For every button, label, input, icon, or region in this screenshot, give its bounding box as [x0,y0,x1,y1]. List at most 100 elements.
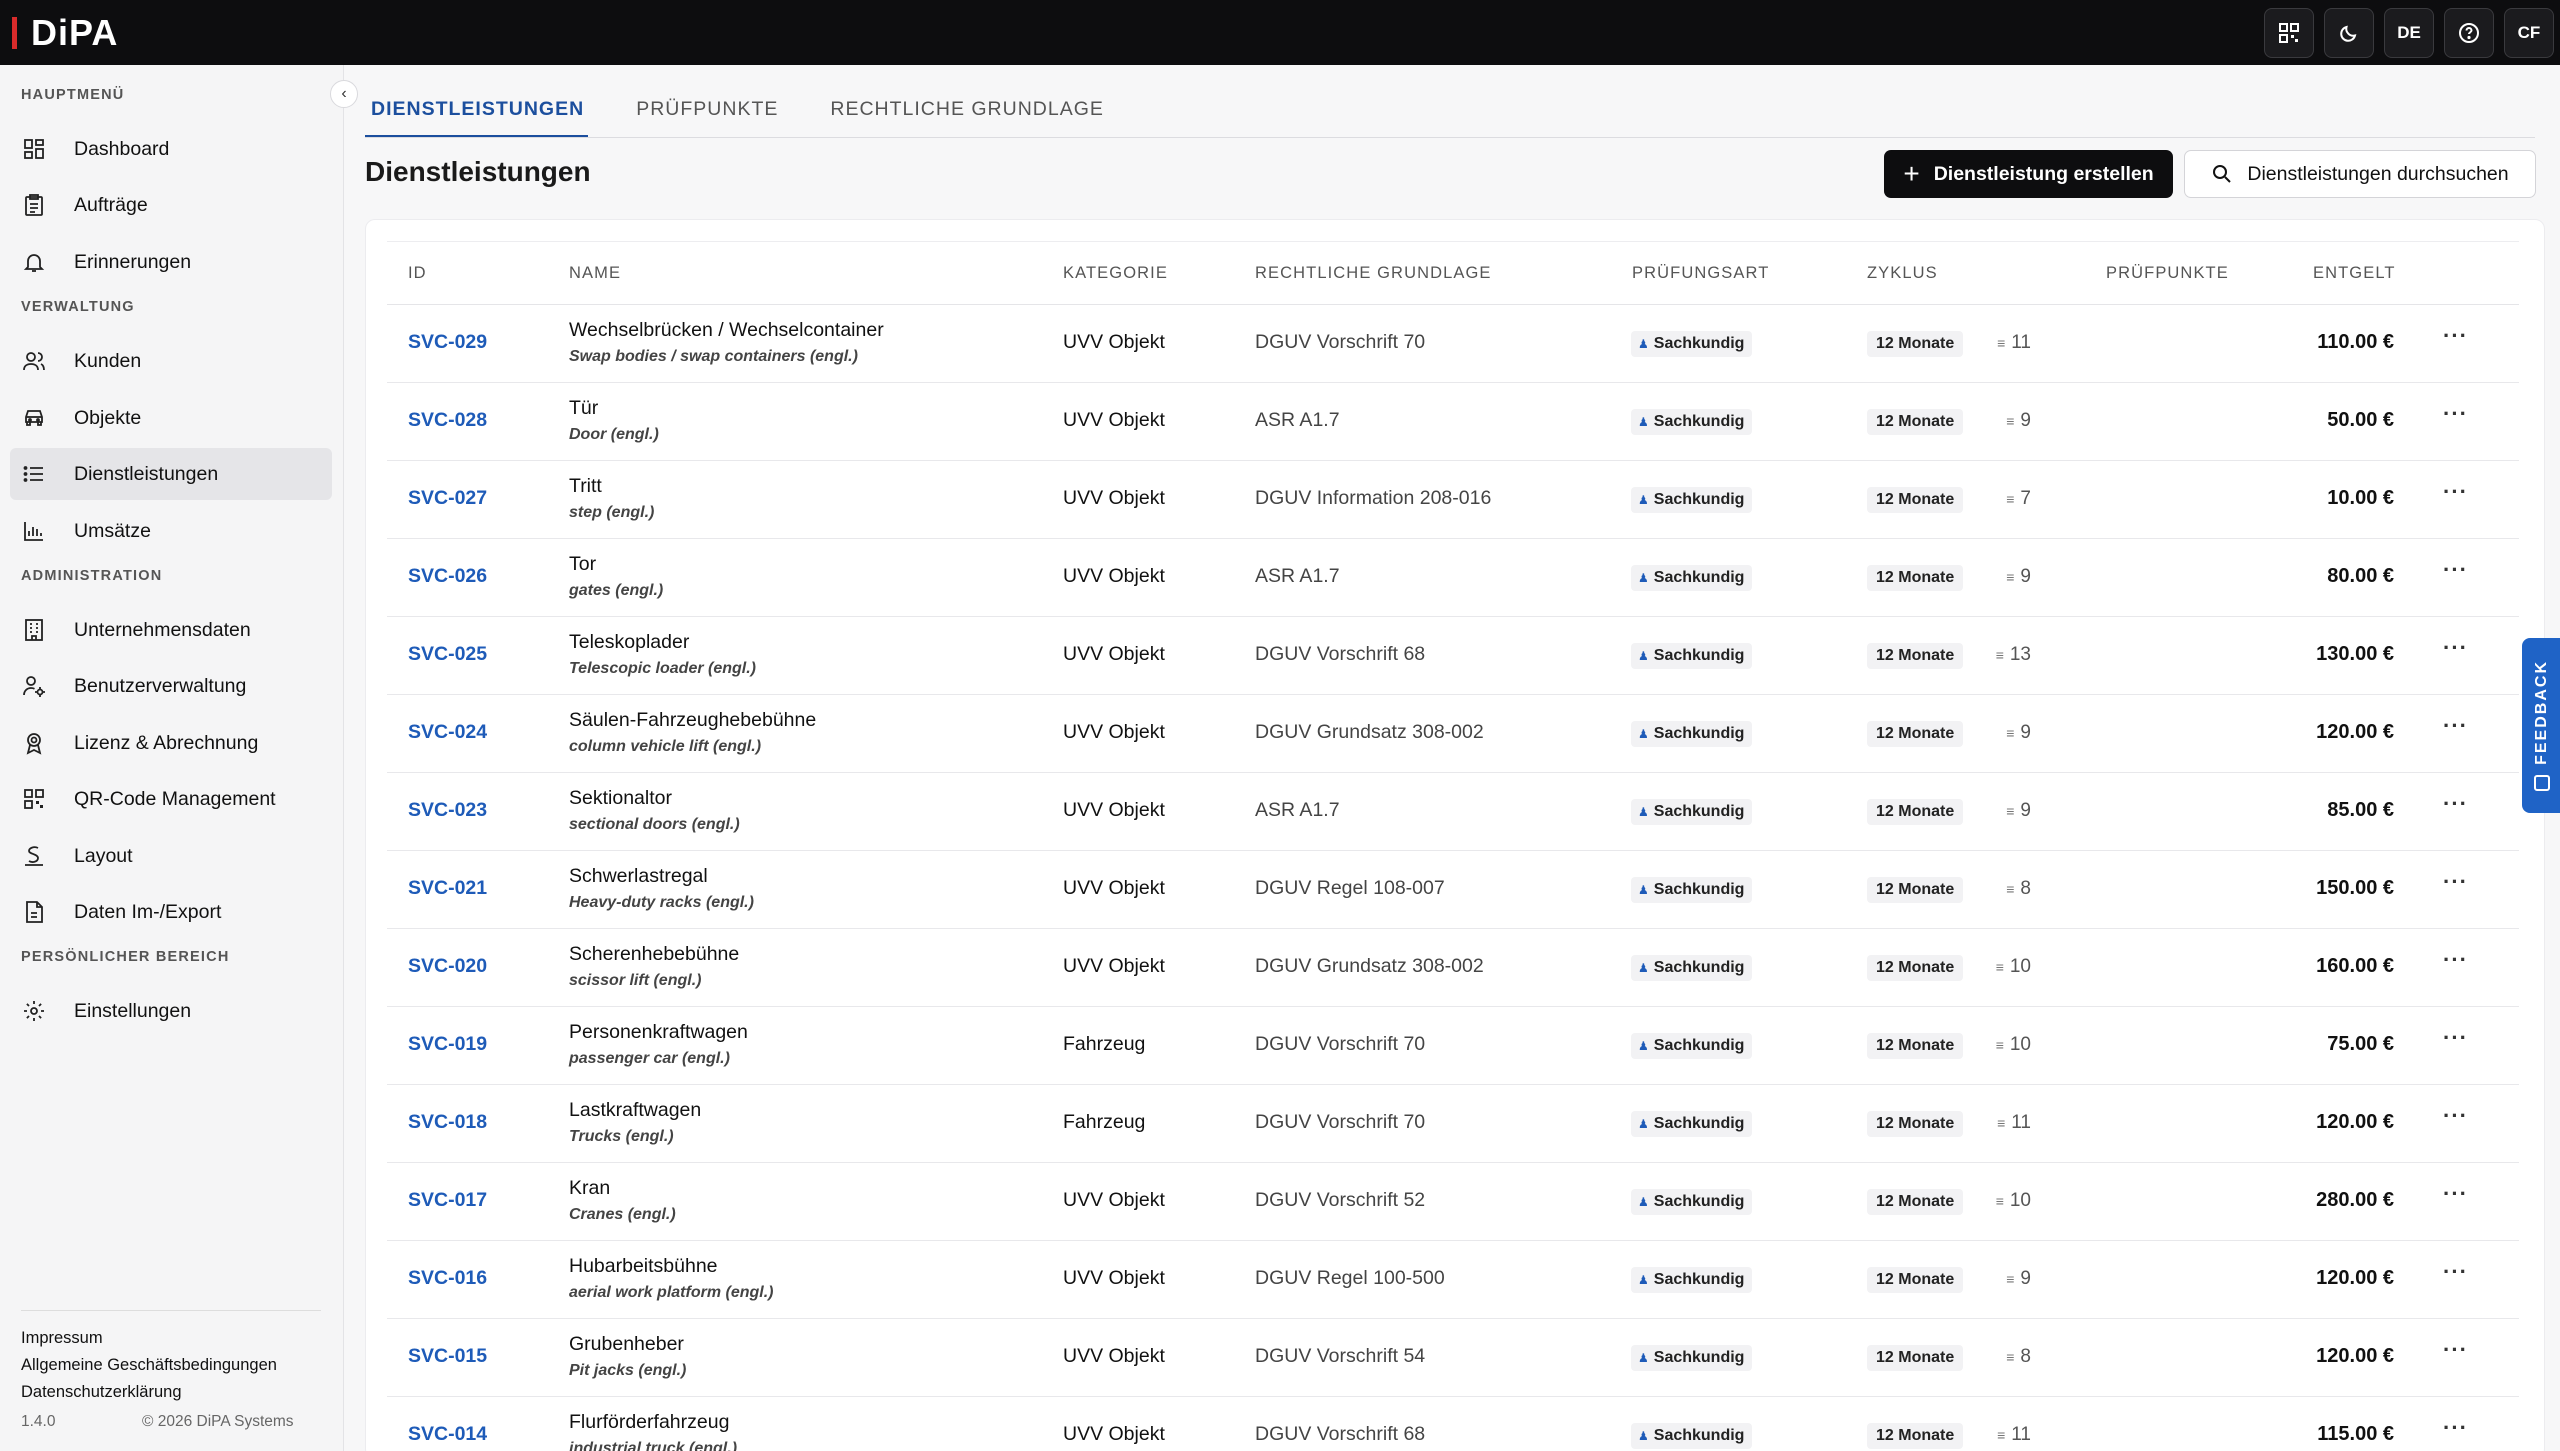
table-row[interactable]: SVC-015 Grubenheber Pit jacks (engl.) UVV O… [387,1319,2519,1397]
sidebar-item-dashboard[interactable]: Dashboard [10,123,332,175]
more-actions-icon[interactable]: ··· [2443,1103,2468,1129]
more-actions-icon[interactable]: ··· [2443,1337,2468,1363]
more-actions-icon[interactable]: ··· [2443,479,2468,505]
service-id-link[interactable]: SVC-028 [408,409,487,432]
table-row[interactable]: SVC-017 Kran Cranes (engl.) UVV Objekt DGUV … [387,1163,2519,1241]
more-actions-icon[interactable]: ··· [2443,869,2468,895]
sidebar-item-benutzerverwaltung[interactable]: Benutzerverwaltung [10,660,332,712]
layout-icon [20,842,48,870]
inspection-type-label: Sachkundig [1653,413,1745,430]
create-service-button[interactable]: + Dienstleistung erstellen [1884,150,2173,198]
service-id-link[interactable]: SVC-015 [408,1345,487,1368]
more-actions-icon[interactable]: ··· [2443,713,2468,739]
impressum-link[interactable]: Impressum [21,1325,277,1352]
checkpoints-count: ≡ 9 [2006,1268,2031,1290]
sidebar-item-lizenz[interactable]: Lizenz & Abrechnung [10,717,332,769]
sidebar-item-qr-code[interactable]: QR-Code Management [10,773,332,825]
col-pruefungsart[interactable]: PRÜFUNGSART [1632,264,1769,283]
sidebar-item-einstellungen[interactable]: Einstellungen [10,985,332,1037]
sidebar-item-unternehmensdaten[interactable]: Unternehmensdaten [10,604,332,656]
service-name-english: column vehicle lift (engl.) [569,738,762,755]
sidebar-item-objekte[interactable]: Objekte [10,392,332,444]
sidebar-item-label: Einstellungen [74,999,192,1022]
service-id-link[interactable]: SVC-021 [408,877,487,900]
table-row[interactable]: SVC-023 Sektionaltor sectional doors (engl… [387,773,2519,851]
service-id-link[interactable]: SVC-024 [408,721,487,744]
feedback-tab[interactable]: FEEDBACK [2522,638,2560,813]
table-row[interactable]: SVC-028 Tür Door (engl.) UVV Objekt ASR A1.7… [387,383,2519,461]
inspection-type-badge: ♟ Sachkundig [1631,1423,1753,1449]
inspection-type-badge: ♟ Sachkundig [1631,721,1753,747]
theme-toggle-button[interactable] [2324,8,2374,58]
more-actions-icon[interactable]: ··· [2443,401,2468,427]
service-category: UVV Objekt [1063,487,1165,509]
tab-rechtliche-grundlage[interactable]: RECHTLICHE GRUNDLAGE [824,90,1108,138]
service-name: Lastkraftwagen [569,1099,702,1121]
more-actions-icon[interactable]: ··· [2443,1181,2468,1207]
more-actions-icon[interactable]: ··· [2443,323,2468,349]
table-row[interactable]: SVC-029 Wechselbrücken / Wechselcontainer… [387,305,2519,383]
table-row[interactable]: SVC-027 Tritt step (engl.) UVV Objekt DGUV I… [387,461,2519,539]
table-row[interactable]: SVC-016 Hubarbeitsbühne aerial work platfo… [387,1241,2519,1319]
sidebar-item-umsaetze[interactable]: Umsätze [10,505,332,557]
table-row[interactable]: SVC-025 Teleskoplader Telescopic loader (e… [387,617,2519,695]
service-id-link[interactable]: SVC-027 [408,487,487,510]
more-actions-icon[interactable]: ··· [2443,1025,2468,1051]
service-name-english: Pit jacks (engl.) [569,1362,687,1379]
sidebar-item-erinnerungen[interactable]: Erinnerungen [10,236,332,288]
col-id[interactable]: ID [408,264,427,283]
sidebar-item-layout[interactable]: Layout [10,830,332,882]
table-row[interactable]: SVC-014 Flurförderfahrzeug industrial truc… [387,1397,2519,1451]
more-actions-icon[interactable]: ··· [2443,791,2468,817]
sidebar-item-dienstleistungen[interactable]: Dienstleistungen [10,448,332,500]
search-services-button[interactable]: Dienstleistungen durchsuchen [2184,150,2536,198]
service-fee: 50.00 € [2327,409,2394,431]
col-kategorie[interactable]: KATEGORIE [1063,264,1168,283]
table-row[interactable]: SVC-020 Scherenhebebühne scissor lift (eng… [387,929,2519,1007]
help-button[interactable] [2444,8,2494,58]
more-actions-icon[interactable]: ··· [2443,947,2468,973]
sidebar-item-kunden[interactable]: Kunden [10,335,332,387]
service-name: Flurförderfahrzeug [569,1411,730,1433]
col-rechtliche-grundlage[interactable]: RECHTLICHE GRUNDLAGE [1255,264,1492,283]
user-avatar-button[interactable]: CF [2504,8,2554,58]
more-actions-icon[interactable]: ··· [2443,557,2468,583]
datenschutz-link[interactable]: Datenschutzerklärung [21,1379,277,1406]
col-zyklus[interactable]: ZYKLUS [1867,264,1938,283]
app-logo[interactable]: DiPA [0,0,118,65]
table-row[interactable]: SVC-026 Tor gates (engl.) UVV Objekt ASR A1.… [387,539,2519,617]
service-id-link[interactable]: SVC-023 [408,799,487,822]
sidebar-item-auftraege[interactable]: Aufträge [10,179,332,231]
service-name-english: scissor lift (engl.) [569,972,702,989]
service-fee: 115.00 € [2317,1423,2394,1445]
more-actions-icon[interactable]: ··· [2443,1415,2468,1441]
tab-dienstleistungen[interactable]: DIENSTLEISTUNGEN [365,90,589,138]
table-row[interactable]: SVC-019 Personenkraftwagen passenger car (… [387,1007,2519,1085]
col-entgelt[interactable]: ENTGELT [2313,264,2396,283]
col-name[interactable]: NAME [569,264,621,283]
service-id-link[interactable]: SVC-017 [408,1189,487,1212]
service-id-link[interactable]: SVC-025 [408,643,487,666]
service-id-link[interactable]: SVC-016 [408,1267,487,1290]
sidebar-item-daten-export[interactable]: Daten Im-/Export [10,886,332,938]
service-id-link[interactable]: SVC-018 [408,1111,487,1134]
language-button[interactable]: DE [2384,8,2434,58]
qr-code-button[interactable] [2264,8,2314,58]
tab-pruefpunkte[interactable]: PRÜFPUNKTE [630,90,782,138]
more-actions-icon[interactable]: ··· [2443,1259,2468,1285]
service-legal-basis: ASR A1.7 [1255,409,1340,431]
service-id-link[interactable]: SVC-020 [408,955,487,978]
col-pruefpunkte[interactable]: PRÜFPUNKTE [2106,264,2229,283]
service-id-link[interactable]: SVC-026 [408,565,487,588]
service-id-link[interactable]: SVC-014 [408,1423,487,1446]
service-id-link[interactable]: SVC-029 [408,331,487,354]
cycle-badge: 12 Monate [1867,1033,1964,1059]
more-actions-icon[interactable]: ··· [2443,635,2468,661]
table-row[interactable]: SVC-018 Lastkraftwagen Trucks (engl.) Fahrz… [387,1085,2519,1163]
agb-link[interactable]: Allgemeine Geschäftsbedingungen [21,1352,277,1379]
sidebar-collapse-button[interactable]: ‹ [330,80,358,108]
table-row[interactable]: SVC-024 Säulen-Fahrzeughebebühne column ve… [387,695,2519,773]
inspection-type-badge: ♟ Sachkundig [1631,1345,1753,1371]
table-row[interactable]: SVC-021 Schwerlastregal Heavy-duty racks (… [387,851,2519,929]
service-id-link[interactable]: SVC-019 [408,1033,487,1056]
